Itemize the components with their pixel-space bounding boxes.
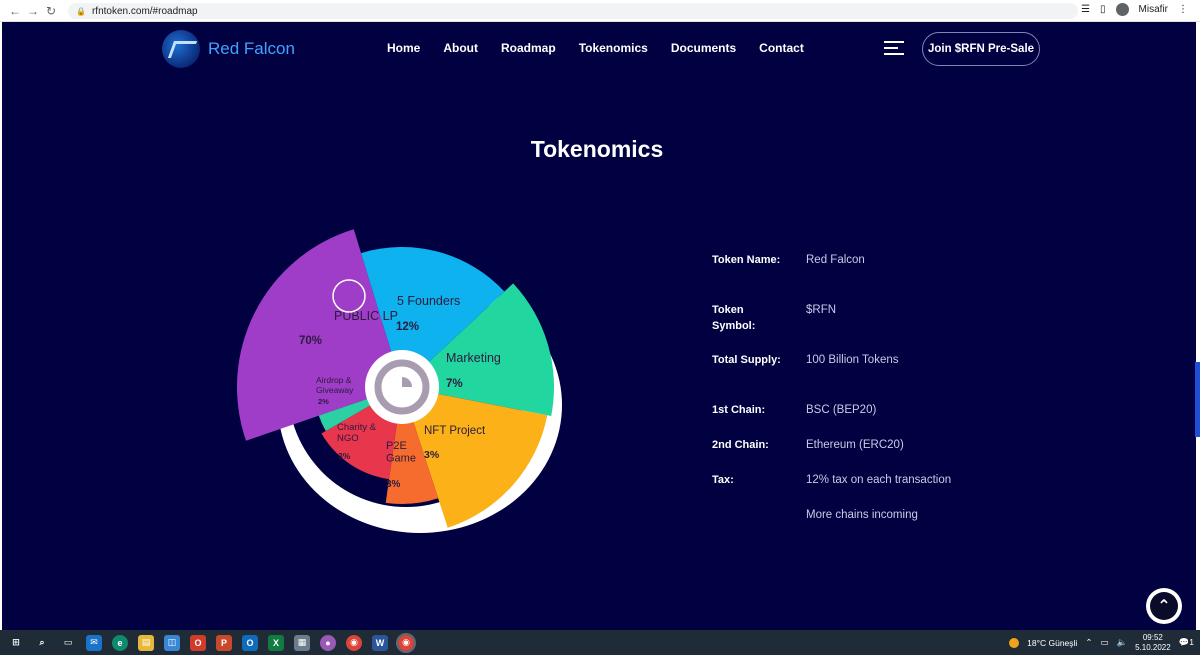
- calculator-icon[interactable]: ▦: [294, 634, 310, 651]
- pie-slice-label: P2E: [386, 440, 407, 452]
- pie-slice-label: Giveaway: [316, 385, 354, 395]
- pie-slice-value: 70%: [299, 335, 322, 347]
- token-info-label: 1st Chain:: [712, 404, 766, 416]
- pie-slice-value: 2%: [318, 397, 329, 406]
- task-view-icon[interactable]: ▭: [60, 635, 76, 651]
- pie-slice-label: Charity &: [337, 422, 377, 433]
- side-panel-icon[interactable]: ▯: [1100, 4, 1106, 15]
- os-taskbar: ⊞ ⌕ ▭ ✉ e ▤ ◫ O P O X ▦ ● ◉ W ◉ 18°C Gün…: [0, 630, 1200, 655]
- join-presale-button[interactable]: Join $RFN Pre-Sale: [922, 32, 1040, 66]
- edge-browser-icon[interactable]: e: [112, 634, 128, 651]
- clock-date: 5.10.2022: [1135, 642, 1171, 652]
- web-page: Red Falcon Home About Roadmap Tokenomics…: [2, 22, 1196, 630]
- pie-slice-label: Marketing: [446, 351, 501, 365]
- weather-sun-icon: [1009, 637, 1020, 648]
- outlook-icon[interactable]: O: [242, 634, 258, 651]
- word-icon[interactable]: W: [372, 634, 388, 651]
- pie-slice-label: Airdrop &: [316, 375, 352, 385]
- browser-actions: ☰ ▯ Misafir ⋮: [1081, 3, 1188, 16]
- token-info-label: Tax:: [712, 474, 734, 486]
- chrome-active-icon[interactable]: ◉: [396, 632, 416, 653]
- mail-icon[interactable]: ✉: [86, 634, 102, 651]
- network-icon[interactable]: ▭: [1100, 637, 1108, 648]
- back-arrow-icon[interactable]: ←: [6, 4, 24, 18]
- pie-slice-value: 7%: [446, 378, 463, 390]
- profile-name[interactable]: Misafir: [1139, 4, 1168, 15]
- token-info-label: 2nd Chain:: [712, 439, 769, 451]
- search-icon[interactable]: ⌕: [34, 635, 50, 651]
- nav-contact[interactable]: Contact: [759, 41, 804, 55]
- token-info-value: 12% tax on each transaction: [806, 474, 952, 486]
- url-text: rfntoken.com/#roadmap: [91, 5, 198, 17]
- office-icon[interactable]: O: [190, 634, 206, 651]
- profile-avatar-icon[interactable]: [1115, 3, 1129, 16]
- token-info-value: Ethereum (ERC20): [806, 439, 904, 451]
- lock-icon: 🔒: [76, 6, 86, 16]
- file-explorer-icon[interactable]: ▤: [138, 634, 154, 651]
- token-info-label: Token Name:: [712, 254, 781, 266]
- clock[interactable]: 09:52 5.10.2022: [1135, 633, 1171, 653]
- token-info-value: 100 Billion Tokens: [806, 354, 899, 366]
- chrome-profile-icon[interactable]: ●: [320, 634, 336, 651]
- reading-list-icon[interactable]: ☰: [1081, 4, 1090, 15]
- weather-text[interactable]: 18°C Güneşli: [1027, 638, 1077, 648]
- hamburger-menu-icon[interactable]: [884, 41, 904, 55]
- pie-slice-label: NFT Project: [424, 425, 486, 437]
- tokenomics-pie-chart: PUBLIC LP70%5 Founders12%Marketing7%NFT …: [237, 229, 562, 533]
- pie-slice-label: Game: [386, 453, 416, 465]
- pie-slice-value: 3%: [386, 479, 401, 490]
- notification-count: 1: [1189, 637, 1194, 647]
- chevron-up-icon: ⌃: [1150, 592, 1178, 620]
- store-icon[interactable]: ◫: [164, 634, 180, 651]
- powerpoint-icon[interactable]: P: [216, 634, 232, 651]
- side-scroll-tab[interactable]: [1195, 362, 1200, 437]
- token-info-label: Total Supply:: [712, 354, 781, 366]
- windows-start-icon[interactable]: ⊞: [8, 635, 24, 651]
- notification-icon[interactable]: 💬1: [1179, 637, 1194, 648]
- pie-slice-value: 3%: [424, 449, 440, 461]
- chrome-icon[interactable]: ◉: [346, 634, 362, 651]
- system-tray: 18°C Güneşli ⌃ ▭ 🔈 09:52 5.10.2022 💬1: [1009, 630, 1194, 655]
- pie-slice-label: 5 Founders: [397, 294, 460, 308]
- forward-arrow-icon[interactable]: →: [24, 4, 42, 18]
- tray-chevron-icon[interactable]: ⌃: [1085, 637, 1092, 648]
- reload-icon[interactable]: ↻: [42, 4, 60, 18]
- browser-toolbar: ← → ↻ 🔒 rfntoken.com/#roadmap ☰ ▯ Misafi…: [0, 0, 1200, 22]
- pie-slice-label: NGO: [337, 433, 359, 444]
- address-bar[interactable]: 🔒 rfntoken.com/#roadmap: [68, 3, 1078, 19]
- token-info-value: $RFN: [806, 304, 837, 316]
- token-info-label: Token Symbol:: [712, 304, 756, 332]
- pie-slice-value: 3%: [338, 451, 351, 461]
- token-info-value: BSC (BEP20): [806, 404, 877, 416]
- volume-icon[interactable]: 🔈: [1116, 637, 1127, 648]
- clock-time: 09:52: [1142, 632, 1163, 642]
- token-info-value: More chains incoming: [806, 509, 918, 521]
- menu-dots-icon[interactable]: ⋮: [1178, 4, 1188, 15]
- pie-slice-value: 12%: [396, 321, 419, 333]
- scroll-to-top-button[interactable]: ⌃: [1146, 588, 1182, 624]
- token-info-value: Red Falcon: [806, 254, 865, 266]
- excel-icon[interactable]: X: [268, 634, 284, 651]
